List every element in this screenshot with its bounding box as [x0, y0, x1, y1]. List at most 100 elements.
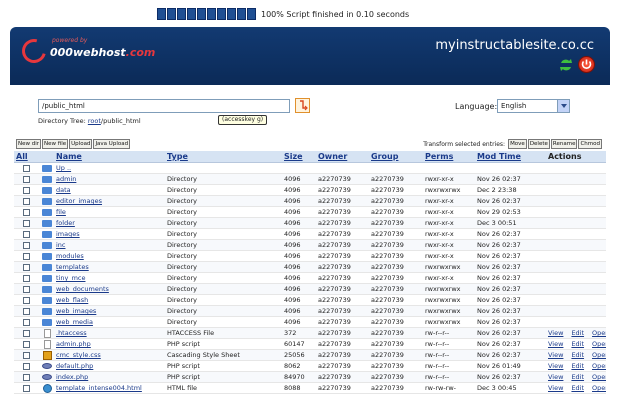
table-row: Up ..	[14, 163, 606, 174]
new-dir-button[interactable]: New dir	[16, 139, 42, 149]
row-checkbox[interactable]	[22, 384, 30, 392]
refresh-icon[interactable]	[558, 57, 574, 73]
row-checkbox[interactable]	[22, 219, 30, 227]
open-link[interactable]: Open	[592, 340, 606, 348]
file-name-link[interactable]: web_documents	[56, 285, 109, 293]
progress-block	[177, 8, 186, 20]
row-checkbox[interactable]	[22, 329, 30, 337]
row-checkbox[interactable]	[22, 186, 30, 194]
language-select[interactable]: English	[497, 99, 570, 113]
file-name-link[interactable]: inc	[56, 241, 66, 249]
row-checkbox[interactable]	[22, 241, 30, 249]
upload-button[interactable]: Upload	[69, 139, 93, 149]
file-name-link[interactable]: Up ..	[56, 164, 71, 172]
row-checkbox[interactable]	[22, 197, 30, 205]
row-owner: a2270739	[318, 175, 351, 183]
row-checkbox[interactable]	[22, 175, 30, 183]
edit-link[interactable]: Edit	[571, 362, 584, 370]
new-file-button[interactable]: New file	[42, 139, 69, 149]
view-link[interactable]: View	[548, 329, 563, 337]
row-checkbox[interactable]	[22, 296, 30, 304]
row-checkbox[interactable]	[22, 340, 30, 348]
file-name-link[interactable]: editor_images	[56, 197, 102, 205]
file-name-link[interactable]: templates	[56, 263, 89, 271]
file-name-link[interactable]: admin	[56, 175, 76, 183]
select-all-link[interactable]: All	[14, 152, 38, 161]
file-name-link[interactable]: cmc_style.css	[56, 351, 101, 359]
file-name-link[interactable]: web_flash	[56, 296, 88, 304]
file-name-link[interactable]: data	[56, 186, 71, 194]
row-checkbox[interactable]	[22, 362, 30, 370]
view-link[interactable]: View	[548, 384, 563, 392]
directory-path-input[interactable]: /public_html	[38, 99, 290, 113]
row-actions: View Edit Open	[548, 340, 606, 348]
sort-mod-time-link[interactable]: Mod Time	[477, 152, 548, 161]
row-group: a2270739	[371, 340, 404, 348]
delete-button[interactable]: Delete	[527, 139, 550, 149]
file-name-link[interactable]: tiny_mce	[56, 274, 85, 282]
sort-owner-link[interactable]: Owner	[318, 152, 371, 161]
progress-text: 100% Script finished in 0.10 seconds	[261, 9, 410, 19]
row-size: 8062	[284, 362, 301, 370]
logout-power-icon[interactable]	[578, 56, 595, 73]
row-mod-time: Nov 26 02:37	[477, 307, 521, 315]
file-name-link[interactable]: default.php	[56, 362, 93, 370]
go-to-directory-button[interactable]	[295, 98, 310, 113]
edit-link[interactable]: Edit	[571, 340, 584, 348]
view-link[interactable]: View	[548, 351, 563, 359]
open-link[interactable]: Open	[592, 362, 606, 370]
sort-name-link[interactable]: Name	[56, 152, 167, 161]
edit-link[interactable]: Edit	[571, 384, 584, 392]
row-select	[14, 373, 38, 381]
row-checkbox[interactable]	[22, 274, 30, 282]
open-link[interactable]: Open	[592, 384, 606, 392]
row-checkbox[interactable]	[22, 230, 30, 238]
file-name-link[interactable]: folder	[56, 219, 75, 227]
dirtree-root-link[interactable]: root	[88, 117, 101, 125]
file-name-link[interactable]: web_images	[56, 307, 96, 315]
row-checkbox[interactable]	[22, 164, 30, 172]
open-link[interactable]: Open	[592, 351, 606, 359]
row-perms: rwxr-xr-x	[425, 241, 454, 249]
progress-block	[157, 8, 166, 20]
view-link[interactable]: View	[548, 362, 563, 370]
row-checkbox[interactable]	[22, 285, 30, 293]
row-type: Directory	[167, 175, 197, 183]
row-mod-time: Nov 26 02:37	[477, 373, 521, 381]
file-name-link[interactable]: index.php	[56, 373, 88, 381]
row-checkbox[interactable]	[22, 263, 30, 271]
edit-link[interactable]: Edit	[571, 373, 584, 381]
edit-link[interactable]: Edit	[571, 351, 584, 359]
edit-link[interactable]: Edit	[571, 329, 584, 337]
file-name-link[interactable]: modules	[56, 252, 84, 260]
view-link[interactable]: View	[548, 373, 563, 381]
file-name-link[interactable]: template_intense004.html	[56, 384, 142, 392]
sort-type-link[interactable]: Type	[167, 152, 284, 161]
row-checkbox[interactable]	[22, 252, 30, 260]
sort-group-link[interactable]: Group	[371, 152, 425, 161]
row-name: web_flash	[56, 296, 167, 304]
row-perms: rw-rw-rw-	[425, 384, 457, 392]
file-name-link[interactable]: images	[56, 230, 80, 238]
view-link[interactable]: View	[548, 340, 563, 348]
file-name-link[interactable]: .htaccess	[56, 329, 87, 337]
chmod-button[interactable]: Chmod	[578, 139, 602, 149]
row-checkbox[interactable]	[22, 373, 30, 381]
folder-icon	[42, 164, 52, 172]
sort-size-link[interactable]: Size	[284, 152, 318, 161]
java-upload-button[interactable]: Java Upload	[93, 139, 131, 149]
rename-button[interactable]: Rename	[550, 139, 578, 149]
row-checkbox[interactable]	[22, 208, 30, 216]
move-button[interactable]: Move	[508, 139, 527, 149]
row-checkbox[interactable]	[22, 307, 30, 315]
row-checkbox[interactable]	[22, 351, 30, 359]
row-owner: a2270739	[318, 340, 351, 348]
file-name-link[interactable]: admin.php	[56, 340, 91, 348]
row-checkbox[interactable]	[22, 318, 30, 326]
open-link[interactable]: Open	[592, 373, 606, 381]
file-name-link[interactable]: file	[56, 208, 66, 216]
sort-perms-link[interactable]: Perms	[425, 152, 477, 161]
open-link[interactable]: Open	[592, 329, 606, 337]
row-name: web_media	[56, 318, 167, 326]
file-name-link[interactable]: web_media	[56, 318, 93, 326]
